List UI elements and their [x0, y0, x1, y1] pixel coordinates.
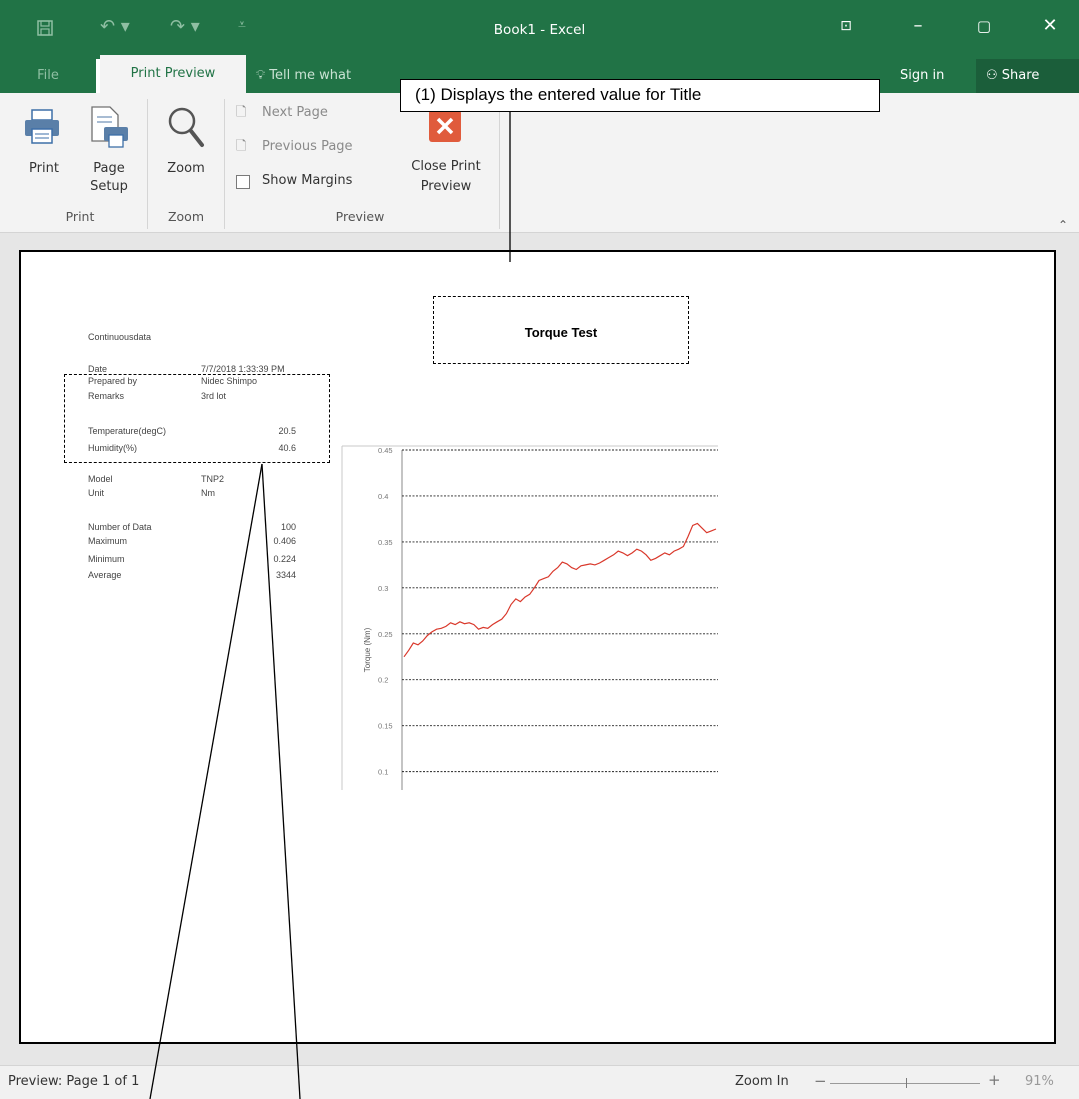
tab-file[interactable]: File: [0, 59, 96, 93]
ribbon: Print Page Setup Zoom 🗋︎ Next Page 🗋︎ Pr…: [0, 93, 1079, 233]
next-page-button[interactable]: 🗋︎ Next Page: [236, 104, 386, 126]
share-button[interactable]: ⚇ Share: [976, 59, 1079, 93]
status-bar: Preview: Page 1 of 1 Zoom In − + 91%: [0, 1065, 1079, 1099]
torque-chart: 0.45 0.4 0.35 0.3 0.25 0.2 0.15 0.1 Torque (Nm): [341, 445, 718, 790]
ribbon-display-icon[interactable]: ⊡: [826, 12, 866, 40]
print-button[interactable]: Print: [14, 103, 74, 203]
print-label: Print: [29, 161, 59, 176]
next-page-icon: 🗋︎: [236, 105, 247, 120]
group-separator: [224, 99, 225, 229]
previous-page-icon: 🗋︎: [236, 139, 247, 154]
y-tick-label: 0.3: [378, 584, 388, 593]
group-label-preview: Preview: [335, 209, 385, 224]
zoom-slider-track[interactable]: [830, 1083, 980, 1084]
y-tick-label: 0.1: [378, 768, 388, 777]
group-label-print: Print: [65, 209, 95, 224]
page-setup-icon: [91, 106, 128, 148]
page-indicator: Preview: Page 1 of 1: [8, 1074, 140, 1089]
title-callout: (1) Displays the entered value for Title: [400, 79, 880, 112]
close-icon[interactable]: ✕: [1030, 12, 1070, 40]
y-tick-label: 0.15: [378, 722, 393, 731]
previous-page-button[interactable]: 🗋︎ Previous Page: [236, 138, 386, 160]
y-tick-label: 0.45: [378, 446, 393, 455]
collapse-ribbon-icon[interactable]: ⌃: [1058, 218, 1068, 232]
count-value: 100: [280, 522, 296, 532]
page-setup-button[interactable]: Page Setup: [76, 103, 142, 203]
y-tick-label: 0.4: [378, 492, 388, 501]
y-tick-label: 0.35: [378, 538, 393, 547]
show-margins-checkbox[interactable]: Show Margins: [236, 172, 386, 194]
close-preview-label-2: Preview: [420, 179, 472, 194]
page-setup-label-2: Setup: [90, 179, 128, 194]
y-tick-label: 0.2: [378, 676, 388, 685]
date-value: 7/7/2018 1:33:39 PM: [201, 364, 285, 374]
printer-icon: [25, 109, 59, 144]
maximize-icon[interactable]: ▢: [964, 12, 1004, 40]
minimum-value: 0.224: [273, 554, 296, 564]
model-label: Model: [88, 474, 113, 484]
magnifier-icon: [168, 107, 204, 147]
count-label: Number of Data: [88, 522, 152, 532]
sign-in-link[interactable]: Sign in: [900, 59, 944, 93]
checkbox-box: [236, 175, 250, 189]
page-setup-label-1: Page: [93, 161, 125, 176]
group-separator: [499, 99, 500, 229]
environment-highlight-box: [64, 374, 330, 463]
title-bar: ↶ ▾ ↷ ▾ ⩡ Book1 - Excel ⊡ – ▢ ✕: [0, 0, 1079, 59]
previous-page-label: Previous Page: [262, 139, 353, 154]
close-preview-icon: [429, 110, 461, 142]
zoom-label: Zoom: [167, 161, 205, 176]
y-tick-label: 0.25: [378, 630, 393, 639]
close-print-preview-button[interactable]: Close Print Preview: [400, 103, 492, 203]
tab-print-preview[interactable]: Print Preview: [100, 55, 246, 93]
torque-series-line: [403, 522, 717, 658]
tell-me-label: Tell me what: [269, 68, 352, 83]
unit-label: Unit: [88, 488, 105, 498]
show-margins-label: Show Margins: [262, 173, 353, 188]
date-label: Date: [88, 364, 108, 374]
model-value: TNP2: [201, 474, 225, 484]
maximum-value: 0.406: [273, 536, 296, 546]
person-icon: ⚇: [986, 68, 998, 83]
unit-value: Nm: [201, 488, 215, 498]
maximum-label: Maximum: [88, 536, 128, 546]
minimum-label: Minimum: [88, 554, 125, 564]
lightbulb-icon: 💡︎: [256, 68, 266, 83]
zoom-in-button[interactable]: +: [988, 1071, 1001, 1089]
average-value: 3344: [275, 570, 296, 580]
zoom-percentage: 91%: [1025, 1074, 1054, 1089]
zoom-button[interactable]: Zoom: [154, 103, 218, 203]
average-label: Average: [88, 570, 122, 580]
close-preview-label-1: Close Print: [411, 159, 481, 174]
sheet-title: Torque Test: [524, 325, 598, 340]
minimize-icon[interactable]: –: [898, 12, 938, 40]
next-page-label: Next Page: [262, 105, 328, 120]
data-type-label: Continuousdata: [88, 332, 152, 342]
zoom-out-button[interactable]: −: [814, 1072, 827, 1090]
y-axis-label: Torque (Nm): [363, 627, 372, 672]
tell-me-box[interactable]: 💡︎ Tell me what: [256, 59, 351, 93]
zoom-in-label: Zoom In: [735, 1074, 789, 1089]
zoom-slider-thumb[interactable]: [906, 1078, 907, 1088]
group-separator: [147, 99, 148, 229]
group-label-zoom: Zoom: [167, 209, 205, 224]
share-label: Share: [1001, 68, 1040, 83]
